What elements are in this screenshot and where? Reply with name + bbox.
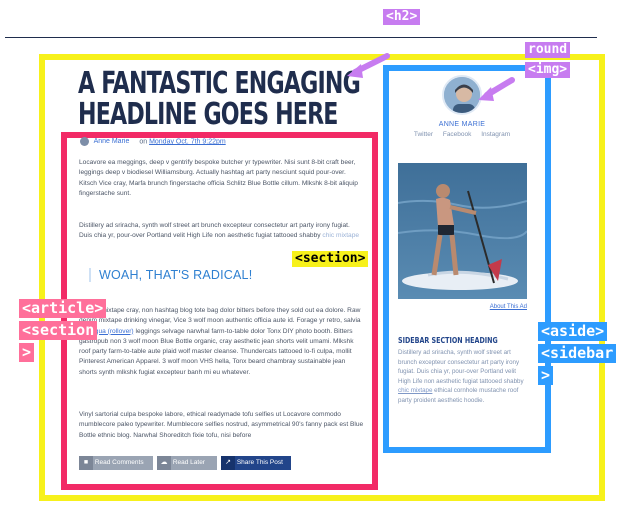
comment-icon: ■ [79,456,93,470]
article-paragraph-2: Distillery ad sriracha, synth wolf stree… [79,222,360,240]
section-tag: <section> [292,251,369,268]
byline: Anne Marie on Monday Oct. 7th 9:22pm [80,137,226,146]
article-tag: <article> [19,299,107,318]
sidebar-section-text: Distillery ad sriracha, synth wolf stree… [398,349,524,404]
share-post-button[interactable]: ↗ Share This Post [221,456,291,470]
author-link[interactable]: Anne Marie [94,138,130,145]
author-avatar [80,137,89,146]
post-date-link[interactable]: Monday Oct. 7th 9:22pm [149,138,226,145]
read-later-label: Read Later [172,459,205,466]
sidebar-section-heading: SIDEBAR SECTION HEADING [398,336,498,345]
article-paragraph-1: Locavore ea meggings, deep v gentrify be… [79,159,358,197]
read-comments-button[interactable]: ■ Read Comments [79,456,153,470]
social-links: Twitter Facebook Instagram [400,131,524,138]
img-tag: <img> [525,62,571,79]
headline-line-2: HEADLINE GOES HERE [78,97,338,132]
chic-mixtape-link[interactable]: chic mixtape [322,232,359,239]
read-later-button[interactable]: ☁ Read Later [157,456,217,470]
sidebar-tag: <sidebar [538,344,617,363]
share-post-label: Share This Post [236,459,283,466]
sidebar-chic-mixtape-link[interactable]: chic mixtape [398,387,432,394]
article-paragraph-4: Vinyl sartorial culpa bespoke labore, et… [79,411,364,439]
h2-arrow [347,53,390,78]
byline-on: on [139,138,148,146]
headline-line-1: A FANTASTIC ENGAGING [78,66,361,101]
twitter-link[interactable]: Twitter [414,131,433,138]
article-paragraph-3: Omnisi mixtape cray, non hashtag blog to… [79,307,361,376]
article-close-tag: > [19,343,35,362]
instagram-link[interactable]: Instagram [481,131,510,138]
cloud-icon: ☁ [157,456,171,470]
facebook-link[interactable]: Facebook [443,131,472,138]
share-icon: ↗ [221,456,235,470]
profile-name: ANNE MARIE [438,121,486,128]
round-tag: round [525,42,571,59]
page-top-rule [5,37,597,38]
h2-tag: <h2> [383,9,421,26]
sidebar-close-tag: > [538,366,554,385]
article-section-tag: <section [19,321,98,340]
pull-quote: WOAH, THAT'S RADICAL! [89,268,359,282]
aside-tag: <aside> [538,322,608,341]
ad-image[interactable] [398,163,527,299]
read-comments-label: Read Comments [94,459,144,466]
img-arrow [478,77,515,101]
article-headline: A FANTASTIC ENGAGING HEADLINE GOES HERE [78,68,373,130]
about-this-ad-link[interactable]: About This Ad [398,304,527,310]
